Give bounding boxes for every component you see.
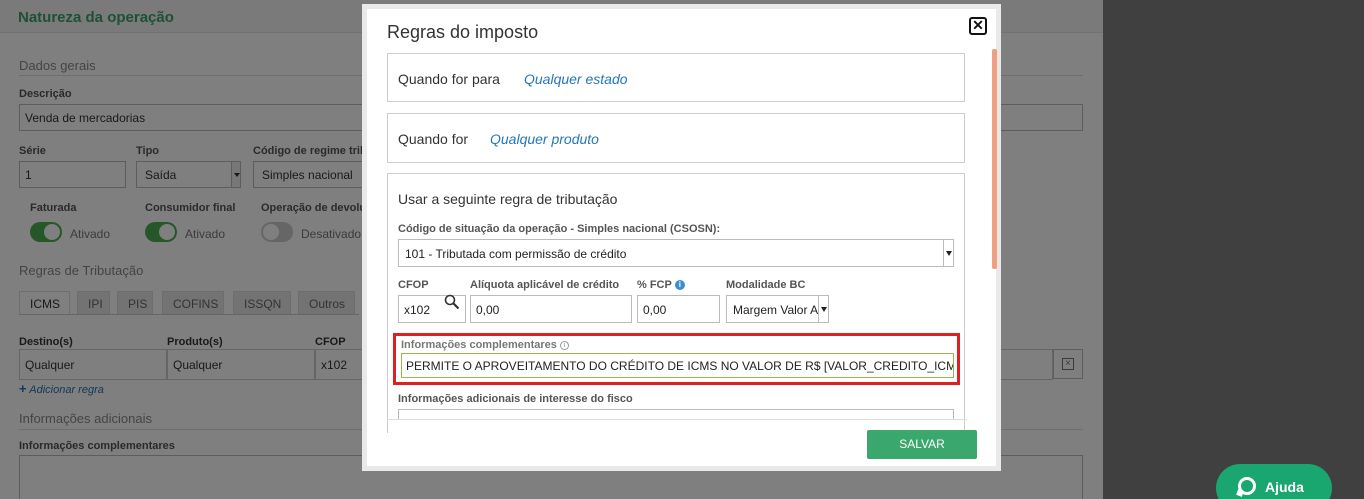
modalidade-value: Margem Valor A [733,303,819,317]
product-panel: Quando for Qualquer produto [387,113,965,163]
scrollbar[interactable] [992,49,997,269]
cfop-label: CFOP [398,279,429,291]
product-selector-link[interactable]: Qualquer produto [490,131,599,147]
rule-heading: Usar a seguinte regra de tributação [398,191,618,207]
aliquota-label: Alíquota aplicável de crédito [470,279,620,291]
csosn-value: 101 - Tributada com permissão de crédito [405,247,627,261]
fcp-label: % FCP i [637,279,685,291]
state-selector-link[interactable]: Qualquer estado [524,71,628,87]
save-button[interactable]: SALVAR [867,430,977,459]
modalidade-label: Modalidade BC [726,279,806,291]
when-product-label: Quando for [398,131,469,147]
modal-title: Regras do imposto [387,22,539,42]
info-icon[interactable]: i [674,280,685,291]
fcp-label-text: % FCP [637,279,672,291]
chevron-down-icon [943,240,953,266]
csosn-label: Código de situação da operação - Simples… [398,223,721,235]
search-icon[interactable] [444,294,460,310]
info-comp-label: Informações complementares [401,339,557,351]
info-icon[interactable]: i [559,340,569,350]
when-state-label: Quando for para [398,71,500,87]
info-comp-input[interactable]: PERMITE O APROVEITAMENTO DO CRÉDITO DE I… [401,353,954,378]
fcp-input[interactable]: 0,00 [637,295,720,323]
highlighted-field: Informações complementares i PERMITE O AP… [393,333,960,385]
chat-icon [1238,477,1256,495]
help-label: Ajuda [1265,479,1304,495]
close-icon[interactable]: ✕ [969,17,987,35]
tax-rules-modal: Regras do imposto ✕ Quando for para Qual… [362,4,1001,471]
info-fisco-textarea[interactable] [398,409,954,419]
chevron-down-icon [818,296,828,322]
modalidade-select[interactable]: Margem Valor A [726,295,829,323]
csosn-select[interactable]: 101 - Tributada com permissão de crédito [398,239,954,267]
info-comp-label-group: Informações complementares i [401,339,569,351]
aliquota-input[interactable]: 0,00 [470,295,632,323]
cfop-value: x102 [404,303,431,317]
destination-panel: Quando for para Qualquer estado [387,53,965,102]
footer-divider [387,419,967,420]
info-fisco-label: Informações adicionais de interesse do f… [398,393,633,405]
help-button[interactable]: Ajuda [1216,464,1332,499]
